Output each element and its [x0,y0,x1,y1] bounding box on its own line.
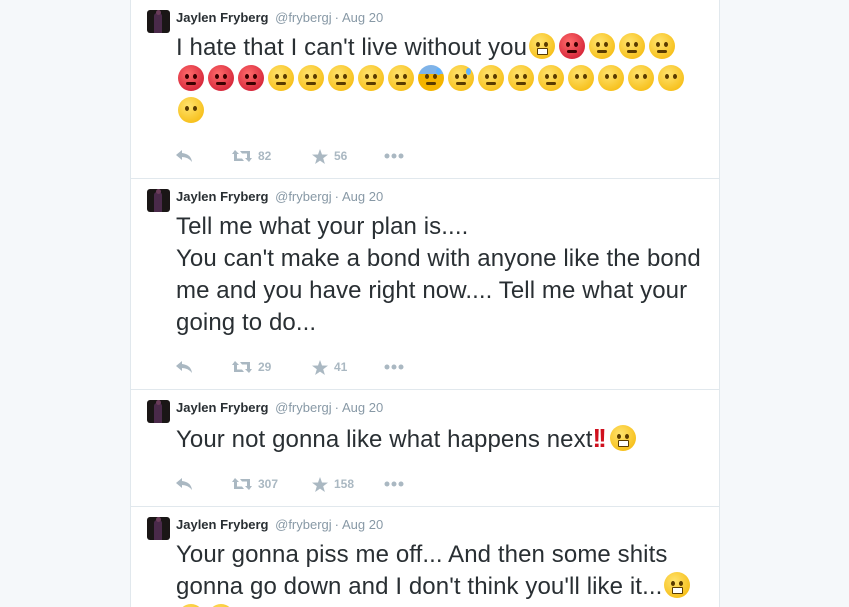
worried-emoji [508,65,534,91]
steam-emoji [609,425,636,451]
tweet-text: Tell me what your plan is.... You can't … [176,213,701,336]
user-name[interactable]: Jaylen Fryberg [176,10,269,25]
persevere-emoji [268,65,294,91]
retweet-icon [232,150,252,162]
red-emoji [178,65,204,91]
tweet[interactable]: Jaylen Fryberg @frybergj · Aug 20 Your not… [131,390,719,507]
reply-icon [176,150,192,162]
blank-emoji [658,65,684,91]
tired-emoji [649,33,676,59]
tweet-actions: 82 56 [176,144,707,168]
star-icon [312,359,328,375]
favorite-count: 41 [334,360,348,374]
tweet-text: Your gonna piss me off... And then some … [176,539,707,607]
tweet-actions: 307 158 [176,472,707,496]
retweet-count: 29 [258,360,272,374]
user-handle[interactable]: @frybergj [275,517,332,532]
sweat-emoji [418,65,444,91]
sad-sweat-emoji [448,65,474,91]
steam-emoji [529,33,556,59]
steam-emoji [664,572,691,598]
tweet-header: Jaylen Fryberg @frybergj · Aug 20 [176,517,707,533]
favorite-count: 158 [334,477,355,491]
separator: · [334,400,340,415]
tweet-actions: 29 41 [176,355,707,379]
emoji-list [608,425,638,453]
more-button[interactable] [384,364,404,370]
timestamp[interactable]: Aug 20 [342,400,383,415]
worried-emoji [538,65,564,91]
tweet-text-content: Your gonna piss me off... And then some … [176,541,675,600]
timeline: Jaylen Fryberg @frybergj · Aug 20 I hate t… [130,0,720,607]
more-icon [384,364,404,370]
user-handle[interactable]: @frybergj [275,189,332,204]
unamused-emoji [388,65,414,91]
red-emoji [208,65,234,91]
retweet-count: 82 [258,149,272,163]
avatar[interactable] [147,517,170,540]
favorite-button[interactable]: 56 [312,148,384,164]
red-emoji [559,33,586,59]
avatar[interactable] [147,400,170,423]
star-icon [312,148,328,164]
user-name[interactable]: Jaylen Fryberg [176,400,269,415]
red-emoji [238,65,264,91]
blank-emoji [178,97,204,123]
avatar[interactable] [147,10,170,33]
user-name[interactable]: Jaylen Fryberg [176,189,269,204]
user-handle[interactable]: @frybergj [275,10,332,25]
retweet-icon [232,361,252,373]
star-icon [312,476,328,492]
retweet-count: 307 [258,477,279,491]
reply-button[interactable] [176,478,232,490]
favorite-button[interactable]: 158 [312,476,384,492]
separator: · [334,10,340,25]
blank-emoji [598,65,624,91]
tweet[interactable]: Jaylen Fryberg @frybergj · Aug 20 Your gon… [131,507,719,607]
tweet-text: I hate that I can't live without you [176,32,707,128]
timestamp[interactable]: Aug 20 [342,517,383,532]
tweet-header: Jaylen Fryberg @frybergj · Aug 20 [176,400,707,416]
blank-emoji [568,65,594,91]
retweet-button[interactable]: 307 [232,477,312,491]
reply-button[interactable] [176,150,232,162]
tired-emoji [589,33,616,59]
avatar[interactable] [147,189,170,212]
unamused-emoji [328,65,354,91]
retweet-icon [232,478,252,490]
timestamp[interactable]: Aug 20 [342,10,383,25]
tweet-text-content: Your not gonna like what happens next [176,426,593,453]
timestamp[interactable]: Aug 20 [342,189,383,204]
favorite-count: 56 [334,149,348,163]
more-icon [384,481,404,487]
tweet-header: Jaylen Fryberg @frybergj · Aug 20 [176,10,707,26]
separator: · [334,189,340,204]
unamused-emoji [358,65,384,91]
tweet-text: Your not gonna like what happens next!! [176,422,707,456]
user-name[interactable]: Jaylen Fryberg [176,517,269,532]
separator: · [334,517,340,532]
reply-icon [176,478,192,490]
tweet-header: Jaylen Fryberg @frybergj · Aug 20 [176,189,707,205]
reply-button[interactable] [176,361,232,373]
worried-emoji [478,65,504,91]
tweet[interactable]: Jaylen Fryberg @frybergj · Aug 20 I hate t… [131,0,719,179]
reply-icon [176,361,192,373]
tweet[interactable]: Jaylen Fryberg @frybergj · Aug 20 Tell me … [131,179,719,390]
retweet-button[interactable]: 82 [232,149,312,163]
blank-emoji [628,65,654,91]
more-button[interactable] [384,153,404,159]
favorite-button[interactable]: 41 [312,359,384,375]
double-exclamation-emoji: !! [592,423,606,453]
retweet-button[interactable]: 29 [232,360,312,374]
user-handle[interactable]: @frybergj [275,400,332,415]
tweet-text-content: I hate that I can't live without you [176,34,528,61]
more-button[interactable] [384,481,404,487]
relieved-emoji [619,33,646,59]
more-icon [384,153,404,159]
unamused-emoji [298,65,324,91]
